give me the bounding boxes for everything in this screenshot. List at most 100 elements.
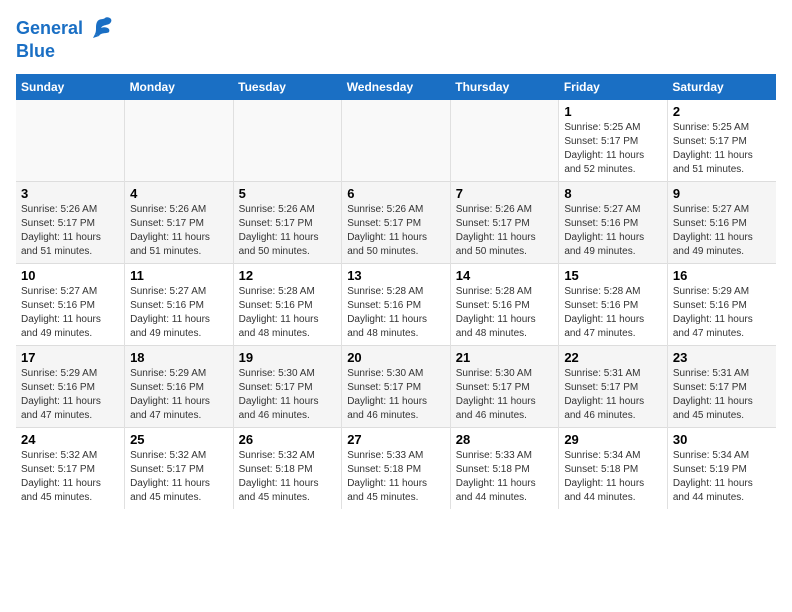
day-number: 25 [130, 432, 228, 447]
header-row: SundayMondayTuesdayWednesdayThursdayFrid… [16, 74, 776, 100]
day-number: 20 [347, 350, 445, 365]
day-cell [342, 100, 451, 182]
day-cell: 24 Sunrise: 5:32 AMSunset: 5:17 PMDayligh… [16, 427, 125, 509]
day-info: Sunrise: 5:32 AMSunset: 5:18 PMDaylight:… [239, 449, 337, 505]
day-cell: 29Sunrise: 5:34 AMSunset: 5:18 PMDayligh… [559, 427, 668, 509]
day-info: Sunrise: 5:33 AMSunset: 5:18 PMDaylight:… [456, 449, 554, 505]
week-row-1: 1 Sunrise: 5:25 AMSunset: 5:17 PMDaylight… [16, 100, 776, 182]
day-cell [16, 100, 125, 182]
day-cell: 26 Sunrise: 5:32 AMSunset: 5:18 PMDayligh… [233, 427, 342, 509]
day-cell: 8 Sunrise: 5:27 AMSunset: 5:16 PMDaylight… [559, 181, 668, 263]
day-info: Sunrise: 5:26 AMSunset: 5:17 PMDaylight:… [239, 203, 337, 259]
day-cell: 23 Sunrise: 5:31 AMSunset: 5:17 PMDayligh… [667, 345, 776, 427]
day-number: 23 [673, 350, 771, 365]
header-friday: Friday [559, 74, 668, 100]
day-cell: 19 Sunrise: 5:30 AMSunset: 5:17 PMDayligh… [233, 345, 342, 427]
logo-text2: Blue [16, 42, 55, 62]
header-tuesday: Tuesday [233, 74, 342, 100]
calendar-table: SundayMondayTuesdayWednesdayThursdayFrid… [16, 74, 776, 509]
day-number: 7 [456, 186, 554, 201]
day-info: Sunrise: 5:28 AMSunset: 5:16 PMDaylight:… [456, 285, 554, 341]
day-cell: 4Sunrise: 5:26 AMSunset: 5:17 PMDaylight… [125, 181, 234, 263]
day-info: Sunrise: 5:29 AMSunset: 5:16 PMDaylight:… [21, 367, 119, 423]
day-info: Sunrise: 5:32 AMSunset: 5:17 PMDaylight:… [21, 449, 119, 505]
day-cell: 14Sunrise: 5:28 AMSunset: 5:16 PMDayligh… [450, 263, 559, 345]
day-info: Sunrise: 5:28 AMSunset: 5:16 PMDaylight:… [347, 285, 445, 341]
day-number: 18 [130, 350, 228, 365]
header-monday: Monday [125, 74, 234, 100]
week-row-5: 24 Sunrise: 5:32 AMSunset: 5:17 PMDayligh… [16, 427, 776, 509]
day-number: 3 [21, 186, 119, 201]
day-info: Sunrise: 5:27 AMSunset: 5:16 PMDaylight:… [130, 285, 228, 341]
day-cell: 13 Sunrise: 5:28 AMSunset: 5:16 PMDayligh… [342, 263, 451, 345]
day-cell: 20 Sunrise: 5:30 AMSunset: 5:17 PMDayligh… [342, 345, 451, 427]
day-info: Sunrise: 5:25 AMSunset: 5:17 PMDaylight:… [673, 121, 771, 177]
day-info: Sunrise: 5:27 AMSunset: 5:16 PMDaylight:… [673, 203, 771, 259]
day-info: Sunrise: 5:25 AMSunset: 5:17 PMDaylight:… [564, 121, 662, 177]
day-cell [125, 100, 234, 182]
day-info: Sunrise: 5:32 AMSunset: 5:17 PMDaylight:… [130, 449, 228, 505]
day-info: Sunrise: 5:33 AMSunset: 5:18 PMDaylight:… [347, 449, 445, 505]
day-cell: 25 Sunrise: 5:32 AMSunset: 5:17 PMDayligh… [125, 427, 234, 509]
day-cell: 5 Sunrise: 5:26 AMSunset: 5:17 PMDaylight… [233, 181, 342, 263]
day-number: 8 [564, 186, 662, 201]
day-cell: 15 Sunrise: 5:28 AMSunset: 5:16 PMDayligh… [559, 263, 668, 345]
day-number: 15 [564, 268, 662, 283]
day-number: 5 [239, 186, 337, 201]
day-info: Sunrise: 5:34 AMSunset: 5:19 PMDaylight:… [673, 449, 771, 505]
day-number: 12 [239, 268, 337, 283]
day-info: Sunrise: 5:31 AMSunset: 5:17 PMDaylight:… [564, 367, 662, 423]
day-number: 19 [239, 350, 337, 365]
day-number: 17 [21, 350, 119, 365]
day-info: Sunrise: 5:26 AMSunset: 5:17 PMDaylight:… [347, 203, 445, 259]
day-cell: 16 Sunrise: 5:29 AMSunset: 5:16 PMDayligh… [667, 263, 776, 345]
day-cell: 28Sunrise: 5:33 AMSunset: 5:18 PMDayligh… [450, 427, 559, 509]
day-number: 22 [564, 350, 662, 365]
day-info: Sunrise: 5:29 AMSunset: 5:16 PMDaylight:… [130, 367, 228, 423]
day-number: 6 [347, 186, 445, 201]
day-cell: 12 Sunrise: 5:28 AMSunset: 5:16 PMDayligh… [233, 263, 342, 345]
day-number: 24 [21, 432, 119, 447]
day-info: Sunrise: 5:27 AMSunset: 5:16 PMDaylight:… [21, 285, 119, 341]
day-number: 10 [21, 268, 119, 283]
day-cell [233, 100, 342, 182]
day-info: Sunrise: 5:28 AMSunset: 5:16 PMDaylight:… [239, 285, 337, 341]
day-number: 9 [673, 186, 771, 201]
day-cell: 1 Sunrise: 5:25 AMSunset: 5:17 PMDaylight… [559, 100, 668, 182]
day-cell [450, 100, 559, 182]
day-info: Sunrise: 5:34 AMSunset: 5:18 PMDaylight:… [564, 449, 662, 505]
day-cell: 11Sunrise: 5:27 AMSunset: 5:16 PMDayligh… [125, 263, 234, 345]
week-row-3: 10 Sunrise: 5:27 AMSunset: 5:16 PMDayligh… [16, 263, 776, 345]
day-cell: 27Sunrise: 5:33 AMSunset: 5:18 PMDayligh… [342, 427, 451, 509]
day-info: Sunrise: 5:30 AMSunset: 5:17 PMDaylight:… [239, 367, 337, 423]
day-info: Sunrise: 5:27 AMSunset: 5:16 PMDaylight:… [564, 203, 662, 259]
day-info: Sunrise: 5:26 AMSunset: 5:17 PMDaylight:… [21, 203, 119, 259]
day-cell: 22 Sunrise: 5:31 AMSunset: 5:17 PMDayligh… [559, 345, 668, 427]
day-number: 26 [239, 432, 337, 447]
day-cell: 17 Sunrise: 5:29 AMSunset: 5:16 PMDayligh… [16, 345, 125, 427]
week-row-2: 3 Sunrise: 5:26 AMSunset: 5:17 PMDaylight… [16, 181, 776, 263]
day-number: 4 [130, 186, 228, 201]
day-info: Sunrise: 5:26 AMSunset: 5:17 PMDaylight:… [456, 203, 554, 259]
logo-text: General [16, 19, 83, 39]
day-number: 2 [673, 104, 771, 119]
week-row-4: 17 Sunrise: 5:29 AMSunset: 5:16 PMDayligh… [16, 345, 776, 427]
day-info: Sunrise: 5:31 AMSunset: 5:17 PMDaylight:… [673, 367, 771, 423]
day-number: 13 [347, 268, 445, 283]
day-cell: 21Sunrise: 5:30 AMSunset: 5:17 PMDayligh… [450, 345, 559, 427]
day-cell: 6 Sunrise: 5:26 AMSunset: 5:17 PMDaylight… [342, 181, 451, 263]
page-header: General Blue [16, 16, 776, 62]
day-info: Sunrise: 5:28 AMSunset: 5:16 PMDaylight:… [564, 285, 662, 341]
day-number: 16 [673, 268, 771, 283]
logo: General Blue [16, 16, 115, 62]
day-cell: 2 Sunrise: 5:25 AMSunset: 5:17 PMDaylight… [667, 100, 776, 182]
day-number: 1 [564, 104, 662, 119]
header-wednesday: Wednesday [342, 74, 451, 100]
day-info: Sunrise: 5:30 AMSunset: 5:17 PMDaylight:… [456, 367, 554, 423]
day-info: Sunrise: 5:30 AMSunset: 5:17 PMDaylight:… [347, 367, 445, 423]
day-cell: 30 Sunrise: 5:34 AMSunset: 5:19 PMDayligh… [667, 427, 776, 509]
header-sunday: Sunday [16, 74, 125, 100]
day-info: Sunrise: 5:29 AMSunset: 5:16 PMDaylight:… [673, 285, 771, 341]
header-saturday: Saturday [667, 74, 776, 100]
day-number: 30 [673, 432, 771, 447]
